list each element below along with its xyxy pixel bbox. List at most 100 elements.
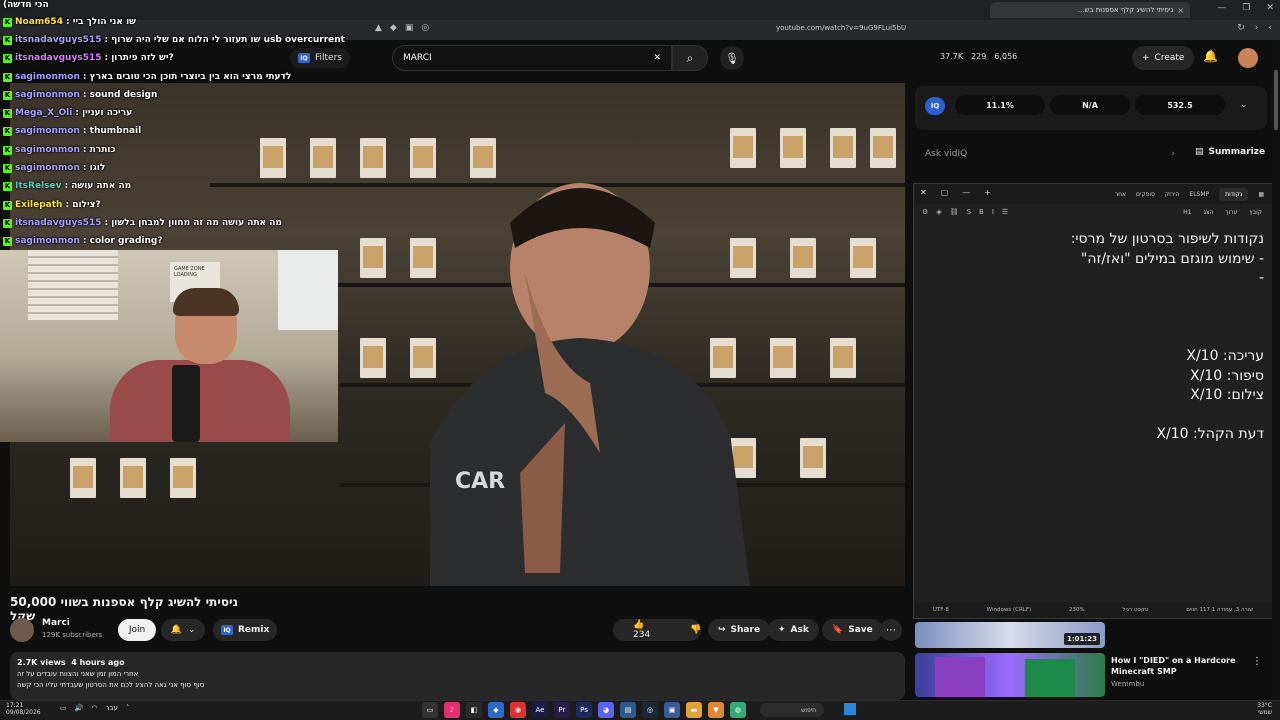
taskbar-search[interactable]: חיפוש xyxy=(760,703,824,717)
list-icon[interactable]: ☰ xyxy=(1002,208,1008,216)
extension-icon[interactable]: ◎ xyxy=(421,23,429,33)
account-avatar[interactable] xyxy=(1238,48,1258,68)
close-window-button[interactable]: ✕ xyxy=(1266,3,1274,13)
note-line xyxy=(924,328,1264,348)
like-button[interactable]: 👍 234 xyxy=(613,620,670,640)
minecraft-character xyxy=(1025,659,1075,697)
ask-button[interactable]: ✦ Ask xyxy=(768,619,819,641)
terminal-icon[interactable]: ▭ xyxy=(422,702,438,718)
extension-icon[interactable]: ◆ xyxy=(390,23,397,33)
video-description[interactable]: 2.7K views 4 hours ago אחרי המון זמן שאנ… xyxy=(10,652,905,700)
wifi-icon[interactable]: ◠ xyxy=(91,704,97,712)
settings-icon[interactable]: ⚙ xyxy=(922,208,928,216)
chevron-up-icon[interactable]: ˄ xyxy=(126,704,130,712)
forward-icon[interactable]: › xyxy=(1255,23,1259,33)
notepad-editor[interactable]: נקודות לשיפור בסרטון של מרסי: - שימוש מו… xyxy=(924,230,1264,445)
remix-label: Remix xyxy=(238,625,270,635)
send-icon[interactable]: › xyxy=(1171,149,1175,159)
channel-avatar[interactable] xyxy=(10,618,34,642)
vscode-icon[interactable]: ◆ xyxy=(488,702,504,718)
remix-button[interactable]: IQ Remix xyxy=(213,619,278,641)
photoshop-icon[interactable]: Ps xyxy=(576,702,592,718)
notifications-bell-icon[interactable]: 🔔 xyxy=(1203,49,1218,63)
tiktok-icon[interactable]: ♪ xyxy=(444,702,460,718)
bold-icon[interactable]: B xyxy=(979,208,984,216)
ask-vidiq-input[interactable]: Ask vidIQ › xyxy=(915,138,1185,170)
close-icon[interactable]: ✕ xyxy=(920,188,927,197)
chat-text: : thumbnail xyxy=(82,126,142,136)
chrome-icon[interactable]: ◉ xyxy=(510,702,526,718)
create-button[interactable]: + Create xyxy=(1132,46,1195,70)
weather-desc: שמשי xyxy=(1258,709,1272,716)
related-video-title[interactable]: How I "DIED" on a Hardcore Minecraft SMP xyxy=(1111,655,1246,677)
brave-icon[interactable]: ▼ xyxy=(708,702,724,718)
vidiq-logo-icon[interactable]: IQ xyxy=(925,97,945,115)
channel-name[interactable]: Marci xyxy=(42,618,70,628)
more-actions-button[interactable]: ⋯ xyxy=(880,619,902,641)
italic-icon[interactable]: I xyxy=(992,208,994,216)
page-scrollbar[interactable] xyxy=(1272,40,1280,700)
clear-search-icon[interactable]: ✕ xyxy=(653,53,661,63)
refresh-icon[interactable]: ↻ xyxy=(1237,23,1245,33)
folder-icon[interactable]: ▬ xyxy=(686,702,702,718)
steam-icon[interactable]: ◎ xyxy=(642,702,658,718)
tab-2[interactable]: ELSMP xyxy=(1189,191,1209,198)
extension-icon[interactable]: ▣ xyxy=(405,23,414,33)
voice-search-button[interactable]: 🎙 xyxy=(720,46,744,70)
tab-4[interactable]: סופקים xyxy=(1136,191,1155,198)
extension-icon[interactable]: ▲ xyxy=(375,23,382,33)
subscribe-bell-button[interactable]: 🔔 ⌄ xyxy=(161,619,205,641)
join-button[interactable]: Join xyxy=(118,619,156,641)
widget-icon[interactable]: ◍ xyxy=(730,702,746,718)
volume-icon[interactable]: 🔊 xyxy=(75,704,84,712)
note-line xyxy=(924,289,1264,309)
browser-tab[interactable]: × ניסיתי להשיג קלף אספנות בש... xyxy=(990,2,1190,18)
plus-icon: + xyxy=(1142,53,1150,63)
menu-edit[interactable]: ערוך xyxy=(1225,209,1237,216)
menu-file[interactable]: קובץ xyxy=(1249,209,1262,216)
tab-5[interactable]: אחר xyxy=(1115,191,1126,198)
menu-view[interactable]: הצג xyxy=(1203,209,1213,216)
heading-button[interactable]: H1 xyxy=(1183,209,1191,216)
minimize-button[interactable]: — xyxy=(1217,3,1226,13)
premiere-icon[interactable]: Pr xyxy=(554,702,570,718)
copilot-icon[interactable]: ◈ xyxy=(936,208,941,216)
search-input[interactable]: MARCI ✕ xyxy=(392,45,672,71)
after-effects-icon[interactable]: Ae xyxy=(532,702,548,718)
search-button[interactable]: ⌕ xyxy=(672,45,708,71)
minimize-icon[interactable]: — xyxy=(962,188,970,197)
clock[interactable]: 17:21 09/08/2026 xyxy=(6,702,41,716)
chat-text: : יש לזה פיתרון? xyxy=(104,53,174,63)
back-icon[interactable]: ‹ xyxy=(1268,23,1272,33)
app-icon[interactable]: ◧ xyxy=(466,702,482,718)
related-thumbnail[interactable] xyxy=(915,653,1105,697)
weather-widget[interactable]: 33°C שמשי xyxy=(1257,702,1272,716)
address-right-icons: ↻ › ‹ xyxy=(1237,23,1272,33)
maximize-icon[interactable]: ▢ xyxy=(941,188,949,197)
strike-icon[interactable]: S xyxy=(967,208,971,216)
language-indicator[interactable]: עבר xyxy=(105,704,117,712)
discord-icon[interactable]: ◕ xyxy=(598,702,614,718)
tab-active[interactable]: נקודות xyxy=(1219,187,1249,201)
explorer-icon[interactable]: ▣ xyxy=(664,702,680,718)
summarize-button[interactable]: ▤ Summarize xyxy=(1195,147,1265,157)
battery-icon[interactable]: ▭ xyxy=(60,704,67,712)
more-vert-icon[interactable]: ⋮ xyxy=(1252,656,1262,667)
add-tab-icon[interactable]: + xyxy=(984,188,991,197)
chevron-down-icon[interactable]: ⌄ xyxy=(1240,100,1248,110)
vidiq-stat-na: N/A xyxy=(1050,95,1130,115)
notepad-app-icon[interactable]: ▤ xyxy=(620,702,636,718)
kick-icon: K xyxy=(3,17,12,27)
stat-views: 229 xyxy=(971,52,987,61)
tab-close-icon[interactable]: × xyxy=(1177,6,1184,15)
tab-3[interactable]: הירוק xyxy=(1165,191,1180,198)
url-text[interactable]: youtube.com/watch?v=9uG9FLui5bU xyxy=(776,24,906,32)
maximize-button[interactable]: ❐ xyxy=(1242,3,1250,13)
related-channel[interactable]: Wemmbu xyxy=(1111,680,1144,688)
save-button[interactable]: 🔖 Save xyxy=(822,619,883,641)
share-button[interactable]: ↪ Share xyxy=(708,619,771,641)
view-meta: 2.7K views 4 hours ago xyxy=(17,658,898,667)
windows-start-icon[interactable] xyxy=(844,703,856,715)
link-icon[interactable]: ⛓ xyxy=(950,208,959,216)
note-line: עריכה: X/10 xyxy=(1186,348,1264,364)
